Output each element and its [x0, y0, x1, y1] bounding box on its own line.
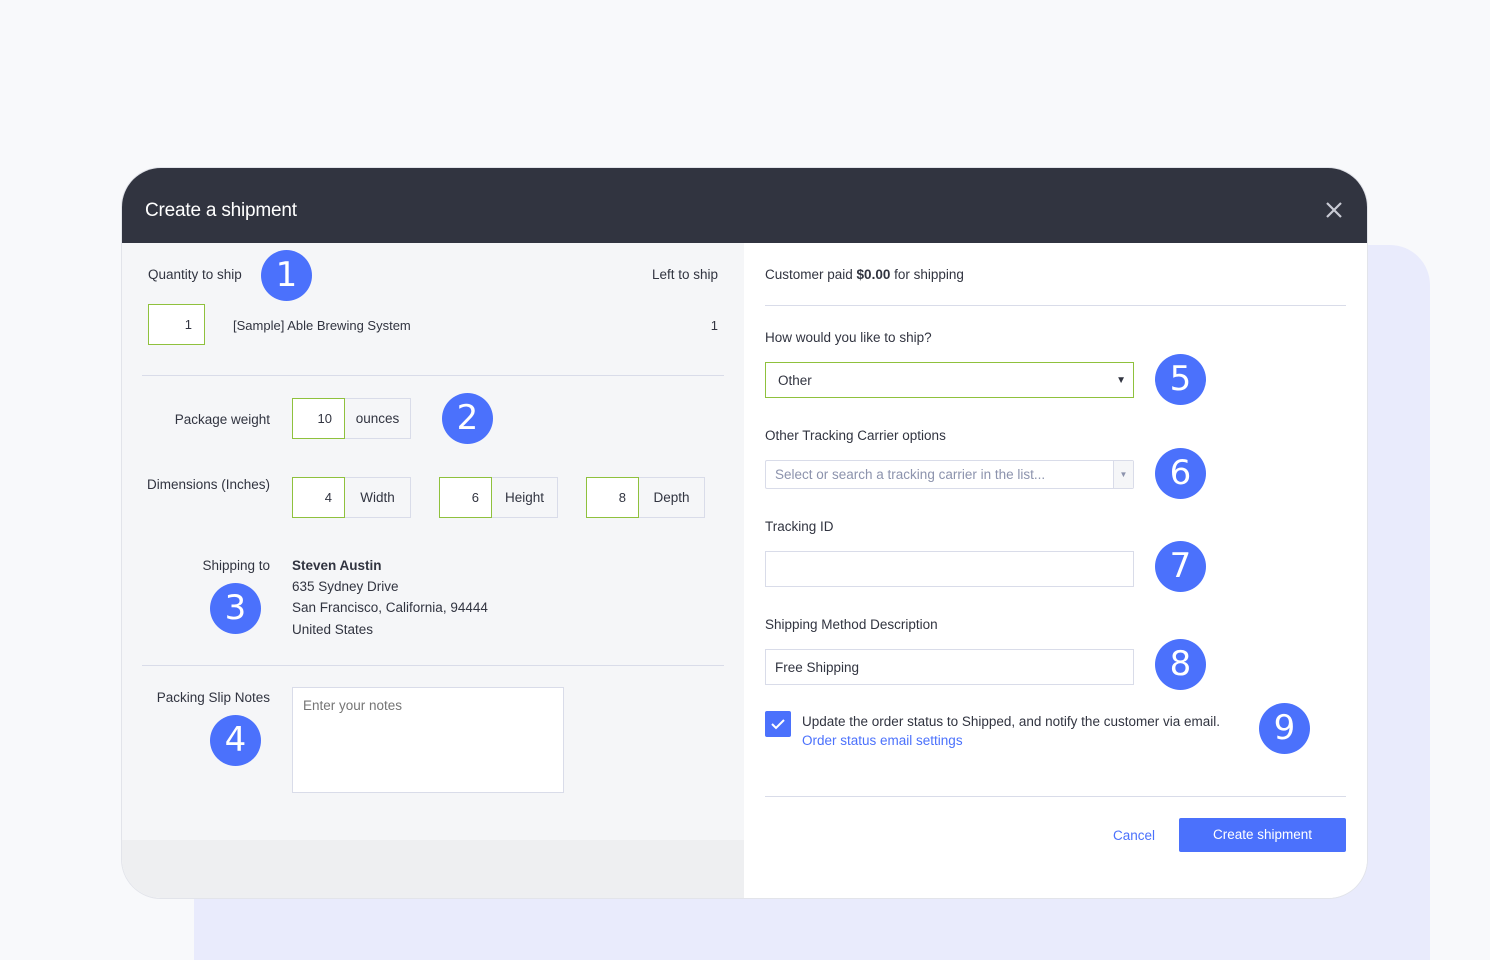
callout-badge-4: 4 [210, 715, 261, 766]
callout-badge-5: 5 [1155, 354, 1206, 405]
product-name: [Sample] Able Brewing System [233, 318, 411, 333]
right-pane: Customer paid $0.00 for shipping How wou… [744, 243, 1367, 898]
close-icon [1326, 202, 1342, 218]
packing-slip-notes-input[interactable] [292, 687, 564, 793]
recipient-name: Steven Austin [292, 558, 382, 573]
carrier-placeholder: Select or search a tracking carrier in t… [775, 467, 1046, 482]
modal-header: Create a shipment [122, 168, 1367, 243]
carrier-select[interactable]: Select or search a tracking carrier in t… [765, 460, 1134, 489]
section-divider [142, 375, 724, 376]
order-status-email-settings-link[interactable]: Order status email settings [802, 733, 963, 748]
dimensions-label: Dimensions (Inches) [146, 477, 270, 492]
package-weight-input[interactable] [292, 398, 345, 439]
notify-text: Update the order status to Shipped, and … [802, 714, 1220, 729]
modal-title: Create a shipment [145, 200, 297, 221]
left-footer-area [122, 840, 744, 898]
height-addon: Height [492, 477, 558, 518]
left-to-ship-label: Left to ship [651, 267, 718, 282]
width-input[interactable] [292, 477, 345, 518]
customer-paid-suffix: for shipping [890, 267, 964, 282]
section-divider [765, 796, 1346, 797]
address-country: United States [292, 622, 374, 637]
ship-method-label: How would you like to ship? [765, 330, 932, 345]
callout-badge-8: 8 [1155, 639, 1206, 690]
checkmark-icon [771, 719, 785, 730]
tracking-id-input[interactable] [765, 551, 1134, 587]
callout-badge-6: 6 [1155, 448, 1206, 499]
section-divider [765, 305, 1346, 306]
quantity-input[interactable] [148, 304, 205, 345]
customer-paid-prefix: Customer paid [765, 267, 857, 282]
callout-badge-7: 7 [1155, 541, 1206, 592]
callout-badge-3: 3 [210, 583, 261, 634]
tracking-id-label: Tracking ID [765, 519, 834, 534]
callout-badge-2: 2 [442, 393, 493, 444]
create-shipment-button[interactable]: Create shipment [1179, 818, 1346, 852]
customer-paid-text: Customer paid $0.00 for shipping [765, 267, 964, 282]
width-addon: Width [345, 477, 411, 518]
carrier-options-label: Other Tracking Carrier options [765, 428, 946, 443]
cancel-button[interactable]: Cancel [1113, 828, 1155, 843]
height-input[interactable] [439, 477, 492, 518]
shipping-description-label: Shipping Method Description [765, 617, 938, 632]
close-button[interactable] [1323, 199, 1345, 221]
depth-addon: Depth [639, 477, 705, 518]
notify-checkbox[interactable] [765, 711, 791, 737]
shipping-to-label: Shipping to [202, 558, 270, 573]
left-to-ship-value: 1 [710, 318, 718, 333]
ship-method-select[interactable]: Other ▼ [765, 362, 1134, 398]
address-city: San Francisco, California, 94444 [292, 600, 488, 615]
caret-down-icon: ▼ [1116, 375, 1126, 386]
weight-unit-addon: ounces [345, 398, 411, 439]
address-street: 635 Sydney Drive [292, 579, 399, 594]
depth-input[interactable] [586, 477, 639, 518]
shipping-description-input[interactable] [765, 649, 1134, 685]
customer-paid-amount: $0.00 [856, 267, 891, 282]
callout-badge-1: 1 [261, 250, 312, 301]
package-weight-label: Package weight [174, 412, 270, 427]
carrier-dropdown-icon[interactable]: ▼ [1113, 461, 1133, 488]
ship-method-value: Other [778, 373, 812, 388]
packing-slip-notes-label: Packing Slip Notes [156, 690, 270, 705]
quantity-label: Quantity to ship [148, 267, 242, 282]
callout-badge-9: 9 [1259, 703, 1310, 754]
section-divider [142, 665, 724, 666]
